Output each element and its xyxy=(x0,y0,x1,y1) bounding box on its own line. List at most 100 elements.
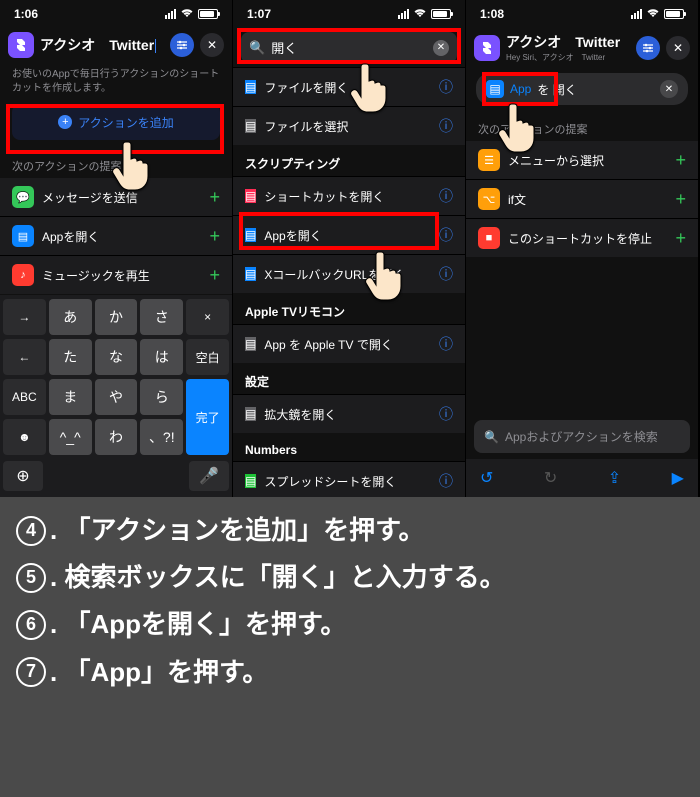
add-icon[interactable]: + xyxy=(675,228,686,249)
key-globe[interactable]: ⊕ xyxy=(3,461,43,491)
info-icon[interactable]: ⓘ xyxy=(439,404,453,424)
key[interactable]: た xyxy=(49,339,92,375)
play-icon[interactable]: ▶ xyxy=(672,468,684,488)
clear-icon[interactable]: ✕ xyxy=(433,40,449,56)
key[interactable]: 、?! xyxy=(140,419,183,455)
instruction-panel: 4 . 「アクションを追加」を押す。 5 . 検索ボックスに「開く」と入力する。… xyxy=(0,497,700,797)
key-arrow[interactable]: ← xyxy=(3,339,46,375)
wifi-icon xyxy=(180,7,194,21)
share-icon[interactable]: ⇪ xyxy=(608,468,621,488)
key[interactable]: あ xyxy=(49,299,92,335)
search-icon: 🔍 xyxy=(249,40,265,56)
clock: 1:08 xyxy=(480,7,504,21)
info-icon[interactable]: ⓘ xyxy=(439,225,453,245)
category-label: スクリプティング xyxy=(233,145,465,176)
info-icon[interactable]: ⓘ xyxy=(439,264,453,284)
instruction-line: 5 . 検索ボックスに「開く」と入力する。 xyxy=(16,562,684,593)
suggestion-row[interactable]: ■ このショートカットを停止 + xyxy=(466,218,698,257)
signal-icon xyxy=(398,9,409,19)
app-token[interactable]: App xyxy=(510,82,531,96)
add-action-button[interactable]: + アクションを追加 xyxy=(12,104,220,140)
add-icon[interactable]: + xyxy=(675,150,686,171)
key[interactable]: ^_^ xyxy=(49,419,92,455)
shortcut-title[interactable]: アクシオ Twitter xyxy=(506,32,630,52)
action-pill[interactable]: ▤ App を 開く ✕ xyxy=(476,73,688,105)
key[interactable]: な xyxy=(95,339,138,375)
key-space[interactable]: 空白 xyxy=(186,339,229,375)
action-label: ショートカットを開く xyxy=(264,188,431,205)
plus-icon: + xyxy=(58,115,72,129)
screen-1: 1:06 アクシオ Twitter ✕ お使いのAppで毎日行うアクションのショ… xyxy=(0,0,233,497)
suggestion-row[interactable]: ☰ メニューから選択 + xyxy=(466,141,698,179)
key[interactable]: ら xyxy=(140,379,183,415)
suggestion-row[interactable]: ♪ ミュージックを再生 + xyxy=(0,255,232,294)
key-mic[interactable]: 🎤 xyxy=(189,461,229,491)
status-bar: 1:07 xyxy=(233,0,465,28)
stop-icon: ■ xyxy=(478,227,500,249)
screen-3: 1:08 アクシオ Twitter Hey Siri、アクシオ Twitter … xyxy=(466,0,699,497)
info-icon[interactable]: ⓘ xyxy=(439,116,453,136)
action-row[interactable]: ▤Appを開くⓘ xyxy=(233,215,465,254)
key-emoji[interactable]: ☻ xyxy=(3,419,46,455)
step-text: . 「Appを開く」を押す。 xyxy=(50,609,346,640)
action-row[interactable]: ▤App を Apple TV で開くⓘ xyxy=(233,324,465,363)
shortcut-icon[interactable] xyxy=(474,35,500,61)
instruction-line: 4 . 「アクションを追加」を押す。 xyxy=(16,515,684,546)
key-arrow[interactable]: → xyxy=(3,299,46,335)
key[interactable]: か xyxy=(95,299,138,335)
music-icon: ♪ xyxy=(12,264,34,286)
info-icon[interactable]: ⓘ xyxy=(439,471,453,491)
search-actions-input[interactable]: 🔍 Appおよびアクションを検索 xyxy=(474,420,690,453)
key-abc[interactable]: ABC xyxy=(3,379,46,415)
info-icon[interactable]: ⓘ xyxy=(439,77,453,97)
signal-icon xyxy=(165,9,176,19)
undo-icon[interactable]: ↺ xyxy=(480,468,493,488)
settings-icon[interactable] xyxy=(636,36,660,60)
action-row[interactable]: ▤ファイルを開くⓘ xyxy=(233,67,465,106)
header: アクシオ Twitter Hey Siri、アクシオ Twitter ✕ xyxy=(466,28,698,67)
close-icon[interactable]: ✕ xyxy=(200,33,224,57)
action-icon: ▤ xyxy=(245,80,256,94)
key[interactable]: や xyxy=(95,379,138,415)
suggestion-row[interactable]: ▤ Appを開く + xyxy=(0,216,232,255)
action-label: XコールバックURLを開く xyxy=(264,266,431,283)
signal-icon xyxy=(631,9,642,19)
keyboard[interactable]: → あ か さ × ← た な は 空白 ABC ま や ら 完了 ☻ xyxy=(0,295,232,497)
info-icon[interactable]: ⓘ xyxy=(439,186,453,206)
add-icon[interactable]: + xyxy=(209,265,220,286)
shortcut-icon[interactable] xyxy=(8,32,34,58)
key[interactable]: ま xyxy=(49,379,92,415)
pill-rest: を 開く xyxy=(537,81,576,98)
action-icon: ▤ xyxy=(245,189,256,203)
suggestions-header: 次のアクションの提案 xyxy=(466,111,698,141)
action-row[interactable]: ▤ファイルを選択ⓘ xyxy=(233,106,465,145)
action-row[interactable]: ▤スプレッドシートを開くⓘ xyxy=(233,461,465,497)
app-icon: ▤ xyxy=(12,225,34,247)
step-number: 7 xyxy=(16,657,46,687)
settings-icon[interactable] xyxy=(170,33,194,57)
category-label: Numbers xyxy=(233,433,465,461)
shortcut-subtitle: Hey Siri、アクシオ Twitter xyxy=(506,52,630,63)
remove-icon[interactable]: ✕ xyxy=(660,80,678,98)
redo-icon[interactable]: ↻ xyxy=(544,468,557,488)
action-row[interactable]: ▤XコールバックURLを開くⓘ xyxy=(233,254,465,293)
suggestion-row[interactable]: 💬 メッセージを送信 + xyxy=(0,178,232,216)
close-icon[interactable]: ✕ xyxy=(666,36,690,60)
action-row[interactable]: ▤ ショートカットを開く ⓘ xyxy=(233,176,465,215)
info-icon[interactable]: ⓘ xyxy=(439,334,453,354)
menu-icon: ☰ xyxy=(478,149,500,171)
action-label: App を Apple TV で開く xyxy=(264,336,431,353)
key-backspace[interactable]: × xyxy=(186,299,229,335)
instruction-line: 7 . 「App」を押す。 xyxy=(16,657,684,688)
add-icon[interactable]: + xyxy=(209,226,220,247)
action-row[interactable]: ▤拡大鏡を開くⓘ xyxy=(233,394,465,433)
search-input[interactable]: 🔍 開く ✕ xyxy=(241,32,457,63)
add-icon[interactable]: + xyxy=(675,189,686,210)
key[interactable]: さ xyxy=(140,299,183,335)
suggestion-row[interactable]: ⌥ if文 + xyxy=(466,179,698,218)
header: アクシオ Twitter ✕ xyxy=(0,28,232,62)
key[interactable]: は xyxy=(140,339,183,375)
add-icon[interactable]: + xyxy=(209,187,220,208)
shortcut-title-input[interactable]: アクシオ Twitter xyxy=(40,35,164,55)
key[interactable]: わ xyxy=(95,419,138,455)
